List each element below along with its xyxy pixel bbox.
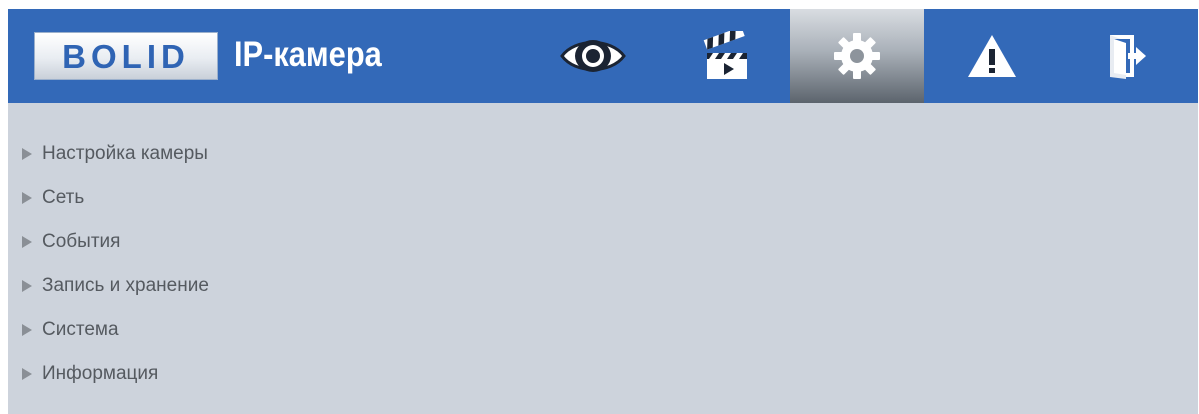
expand-arrow-icon — [22, 324, 32, 336]
gear-icon — [832, 31, 882, 81]
settings-menu: Настройка камеры Сеть События Запись и х… — [22, 132, 209, 396]
clapperboard-icon — [703, 31, 751, 81]
bolid-logo: BOLID — [34, 32, 218, 80]
top-header: BOLID IP-камера — [8, 9, 1198, 103]
menu-item-information[interactable]: Информация — [22, 352, 209, 396]
nav-live-view-button[interactable] — [526, 9, 660, 103]
menu-item-label: Настройка камеры — [42, 143, 208, 164]
menu-item-camera-settings[interactable]: Настройка камеры — [22, 132, 209, 176]
expand-arrow-icon — [22, 236, 32, 248]
app-frame: BOLID IP-камера Настройка камеры Сеть Со… — [8, 9, 1198, 414]
logo-text: BOLID — [62, 37, 190, 75]
expand-arrow-icon — [22, 280, 32, 292]
menu-item-label: События — [42, 231, 121, 252]
menu-item-label: Сеть — [42, 187, 85, 208]
product-title: IP-камера — [234, 35, 382, 74]
menu-item-label: Информация — [42, 363, 159, 384]
menu-item-recording-storage[interactable]: Запись и хранение — [22, 264, 209, 308]
menu-item-system[interactable]: Система — [22, 308, 209, 352]
menu-item-events[interactable]: События — [22, 220, 209, 264]
menu-item-label: Запись и хранение — [42, 275, 209, 296]
expand-arrow-icon — [22, 192, 32, 204]
nav-logout-button[interactable] — [1060, 9, 1194, 103]
warning-icon — [966, 33, 1018, 79]
menu-item-network[interactable]: Сеть — [22, 176, 209, 220]
expand-arrow-icon — [22, 368, 32, 380]
menu-item-label: Система — [42, 319, 119, 340]
exit-icon — [1106, 31, 1148, 81]
nav-alarms-button[interactable] — [925, 9, 1059, 103]
nav-playback-button[interactable] — [660, 9, 794, 103]
expand-arrow-icon — [22, 148, 32, 160]
nav-settings-button[interactable] — [790, 9, 924, 103]
eye-icon — [559, 33, 627, 79]
